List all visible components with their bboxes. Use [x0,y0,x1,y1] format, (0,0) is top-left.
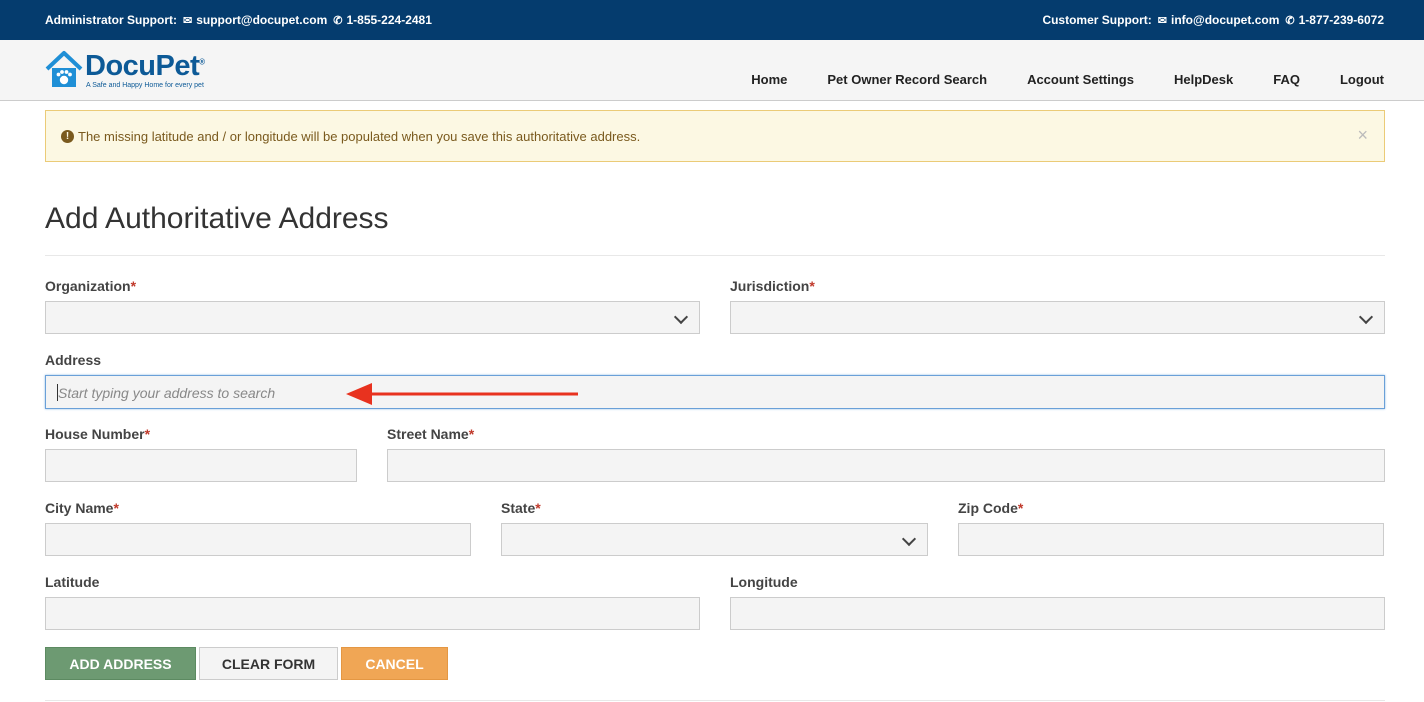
envelope-icon: ✉ [1157,14,1167,27]
annotation-arrow-icon [346,383,578,405]
organization-label: Organization* [45,278,137,294]
nav-account-settings[interactable]: Account Settings [1027,72,1134,87]
zip-code-input[interactable] [958,523,1384,556]
nav-helpdesk[interactable]: HelpDesk [1174,72,1233,87]
house-number-label: House Number* [45,426,151,442]
city-name-label: City Name* [45,500,119,516]
nav-home[interactable]: Home [751,72,787,87]
close-icon[interactable]: × [1357,125,1368,146]
state-select[interactable] [501,523,928,556]
latitude-input[interactable] [45,597,700,630]
cancel-button[interactable]: CANCEL [341,647,448,680]
logo-tagline: A Safe and Happy Home for every pet [86,82,204,89]
street-name-label: Street Name* [387,426,475,442]
admin-support-email[interactable]: support@docupet.com [196,13,327,27]
exclamation-icon: ! [61,130,74,143]
customer-support-phone[interactable]: 1-877-239-6072 [1299,13,1384,27]
longitude-label: Longitude [730,574,798,590]
page-title: Add Authoritative Address [45,202,389,235]
main-nav: Home Pet Owner Record Search Account Set… [751,72,1384,87]
warning-alert: ! The missing latitude and / or longitud… [45,110,1385,162]
customer-support-email[interactable]: info@docupet.com [1171,13,1279,27]
address-label: Address [45,352,102,368]
city-name-input[interactable] [45,523,471,556]
trademark: ® [199,57,205,67]
latitude-label: Latitude [45,574,100,590]
alert-content: ! The missing latitude and / or longitud… [61,129,640,144]
street-name-input[interactable] [387,449,1385,482]
state-label: State* [501,500,541,516]
customer-support-label: Customer Support: [1042,13,1152,27]
house-number-input[interactable] [45,449,357,482]
jurisdiction-select[interactable] [730,301,1385,334]
admin-support-phone[interactable]: 1-855-224-2481 [346,13,431,27]
site-header: DocuPet® A Safe and Happy Home for every… [0,40,1424,101]
nav-pet-owner-record-search[interactable]: Pet Owner Record Search [827,72,987,87]
docupet-logo[interactable]: DocuPet® A Safe and Happy Home for every… [45,50,245,92]
alert-message: The missing latitude and / or longitude … [78,129,641,144]
phone-icon: ✆ [1285,14,1295,27]
phone-icon: ✆ [333,14,343,27]
organization-select[interactable] [45,301,700,334]
jurisdiction-label: Jurisdiction* [730,278,815,294]
bottom-divider [45,700,1385,701]
clear-form-button[interactable]: CLEAR FORM [199,647,338,680]
address-search-input[interactable]: Start typing your address to search [45,375,1385,409]
customer-support: Customer Support: ✉ info@docupet.com ✆ 1… [1042,13,1384,27]
envelope-icon: ✉ [183,14,193,27]
admin-support: Administrator Support: ✉ support@docupet… [45,13,432,27]
admin-support-label: Administrator Support: [45,13,177,27]
title-divider [45,255,1385,256]
house-paw-icon [45,51,83,87]
zip-code-label: Zip Code* [958,500,1024,516]
nav-logout[interactable]: Logout [1340,72,1384,87]
nav-faq[interactable]: FAQ [1273,72,1300,87]
logo-name: DocuPet® [85,50,205,82]
address-placeholder: Start typing your address to search [58,385,276,401]
add-address-button[interactable]: ADD ADDRESS [45,647,196,680]
longitude-input[interactable] [730,597,1385,630]
support-bar: Administrator Support: ✉ support@docupet… [0,0,1424,40]
